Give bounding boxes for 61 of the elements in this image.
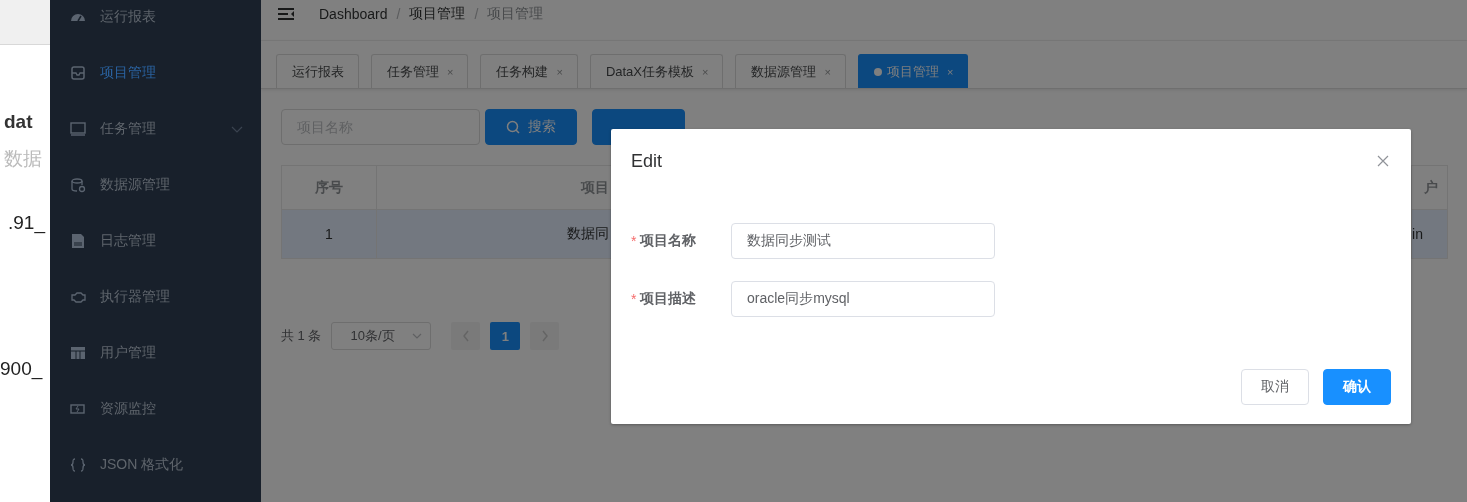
search-icon — [506, 120, 520, 134]
sidebar-item[interactable]: 日志管理 — [50, 213, 261, 269]
sidebar-item[interactable]: 执行器管理 — [50, 269, 261, 325]
chevron-down-icon — [412, 333, 423, 339]
required-mark: * — [631, 233, 637, 249]
active-dot — [873, 67, 882, 76]
tab-close[interactable]: × — [556, 65, 563, 78]
tab[interactable]: 数据源管理 × — [735, 54, 846, 88]
tab[interactable]: DataX任务模板 × — [589, 54, 724, 88]
sidebar-item[interactable]: 运行报表 — [50, 0, 261, 45]
engine-icon — [70, 289, 86, 305]
cancel-button[interactable]: 取消 — [1241, 369, 1309, 405]
column-header: 序号 — [315, 178, 343, 197]
field-label: 项目名称 — [640, 232, 697, 250]
table-cell: 数据同 — [567, 225, 609, 243]
table-cell: 1 — [325, 226, 333, 242]
document-icon — [70, 233, 86, 249]
field-label: 项目描述 — [640, 290, 697, 308]
tab[interactable]: 项目管理 × — [857, 54, 969, 88]
sidebar-item[interactable]: 项目管理 — [50, 45, 261, 101]
sidebar-item[interactable]: 用户管理 — [50, 325, 261, 381]
toolbar-background — [0, 0, 50, 45]
page-size-select[interactable]: 10条/页 — [331, 322, 432, 350]
dialog-title: Edit — [631, 150, 663, 172]
background-text: 900_ — [0, 358, 43, 380]
tab[interactable]: 任务管理 × — [371, 54, 469, 88]
sidebar-item[interactable]: 任务管理 — [50, 101, 261, 157]
breadcrumb-separator: / — [474, 6, 479, 22]
breadcrumb-link[interactable]: Dashboard — [319, 6, 388, 22]
background-text: dat — [4, 111, 33, 133]
tab[interactable]: 任务构建 × — [480, 54, 578, 88]
breadcrumb-separator: / — [396, 6, 401, 22]
grid-icon — [70, 345, 86, 361]
column-header: 户 — [1424, 178, 1438, 197]
background-text: .91_ — [8, 212, 45, 234]
monitor-icon — [70, 121, 86, 137]
page-number[interactable]: 1 — [490, 322, 521, 350]
table-cell: in — [1412, 226, 1423, 242]
required-mark: * — [631, 291, 637, 307]
background-text: 数据 — [4, 147, 42, 171]
sidebar-item[interactable]: JSON 格式化 — [50, 437, 261, 493]
tab-close[interactable]: × — [447, 65, 454, 78]
search-button[interactable]: 搜索 — [485, 109, 577, 145]
tab-close[interactable]: × — [946, 65, 954, 78]
tab-close[interactable]: × — [824, 65, 831, 78]
sidebar-item[interactable]: 数据源管理 — [50, 157, 261, 213]
input-field[interactable]: oracle同步mysql — [731, 281, 995, 317]
chevron-down-icon — [231, 124, 243, 134]
input-field[interactable]: 数据同步测试 — [731, 223, 995, 259]
column-header: 项目 — [581, 178, 609, 197]
tray-icon — [70, 65, 86, 81]
battery-icon — [70, 401, 86, 417]
braces-icon — [70, 457, 86, 473]
breadcrumb-link[interactable]: 项目管理 — [409, 5, 466, 23]
sidebar-item[interactable]: 资源监控 — [50, 381, 261, 437]
confirm-button[interactable]: 确认 — [1323, 369, 1391, 405]
close-icon[interactable] — [1377, 155, 1389, 167]
tab-close[interactable]: × — [702, 65, 709, 78]
tab[interactable]: 运行报表 — [276, 54, 359, 88]
total-count: 共 1 条 — [281, 327, 322, 345]
database-icon — [70, 177, 86, 193]
